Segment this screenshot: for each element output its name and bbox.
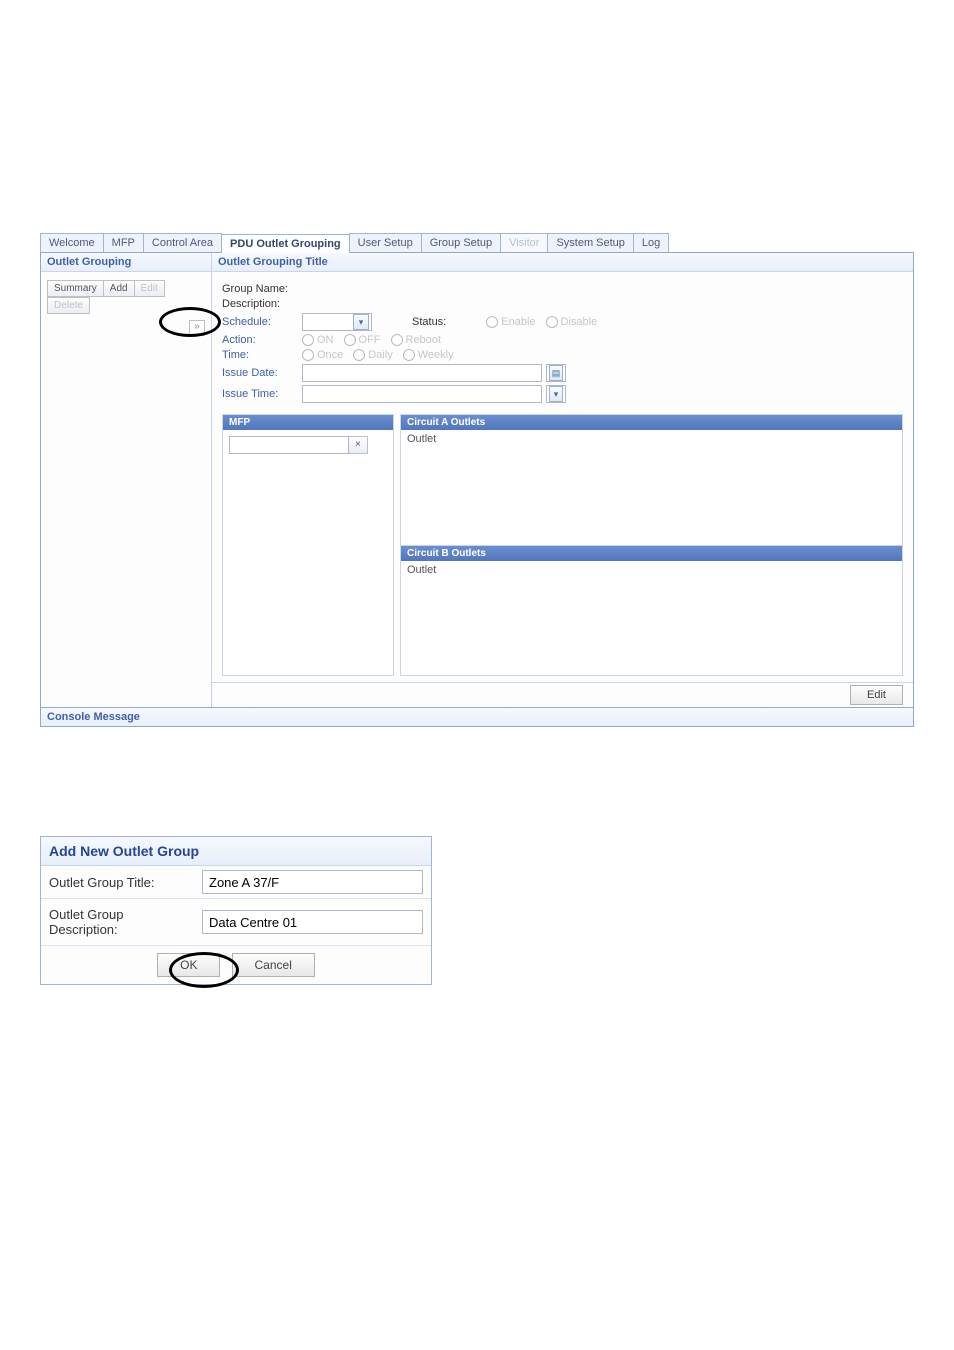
outlet-group-description-input[interactable] [202,910,423,934]
delete-button[interactable]: Delete [47,297,90,314]
time-daily-radio[interactable] [353,349,365,361]
group-name-label: Group Name: [222,283,302,295]
tab-visitor[interactable]: Visitor [500,233,548,252]
status-disable-radio[interactable] [546,316,558,328]
top-tabs: Welcome MFP Control Area PDU Outlet Grou… [40,230,914,253]
action-off-label: OFF [359,334,381,346]
tab-mfp[interactable]: MFP [103,233,144,252]
circuit-a-outlet-col: Outlet [401,430,902,448]
time-label: Time: [222,349,302,361]
tab-control-area[interactable]: Control Area [143,233,222,252]
circuit-b-header: Circuit B Outlets [401,546,902,561]
add-outlet-group-dialog: Add New Outlet Group Outlet Group Title:… [40,836,432,985]
mfp-panel: MFP × [222,414,394,676]
outlet-group-title-input[interactable] [202,870,423,894]
tab-pdu-outlet-grouping[interactable]: PDU Outlet Grouping [221,234,350,253]
circuit-b-outlet-col: Outlet [401,561,902,579]
outlet-group-title-label: Outlet Group Title: [41,867,202,898]
description-label: Description: [222,298,302,310]
outlet-grouping-sidebar: Outlet Grouping Summary Add Edit Delete … [41,253,212,707]
issue-date-picker[interactable]: ▤ [546,364,566,382]
chevron-down-icon: ▾ [353,314,369,330]
tab-group-setup[interactable]: Group Setup [421,233,501,252]
issue-date-label: Issue Date: [222,367,302,379]
action-reboot-radio[interactable] [391,334,403,346]
mfp-input[interactable] [229,436,349,454]
action-off-radio[interactable] [344,334,356,346]
issue-time-input[interactable] [302,385,542,403]
mfp-panel-header: MFP [223,415,393,430]
outlet-group-description-label: Outlet Group Description: [41,899,202,945]
mfp-clear-button[interactable]: × [349,436,368,454]
time-daily-label: Daily [368,349,392,361]
ok-button[interactable]: OK [157,953,220,977]
cancel-button[interactable]: Cancel [232,953,315,977]
edit-button[interactable]: Edit [850,685,903,705]
time-weekly-label: Weekly [418,349,454,361]
issue-time-label: Issue Time: [222,388,302,400]
action-label: Action: [222,334,302,346]
summary-button[interactable]: Summary [47,280,104,297]
form-title: Outlet Grouping Title [212,253,913,272]
tree-expand-icon[interactable]: » [189,320,205,336]
issue-date-input[interactable] [302,364,542,382]
time-once-radio[interactable] [302,349,314,361]
edit-button-sidebar[interactable]: Edit [134,280,165,297]
status-enable-radio[interactable] [486,316,498,328]
action-reboot-label: Reboot [406,334,441,346]
chevron-down-icon: ▾ [549,386,563,402]
time-weekly-radio[interactable] [403,349,415,361]
status-enable-label: Enable [501,316,535,328]
schedule-label: Schedule: [222,316,302,328]
dialog-title: Add New Outlet Group [41,837,431,866]
add-button[interactable]: Add [103,280,135,297]
tab-welcome[interactable]: Welcome [40,233,104,252]
action-on-radio[interactable] [302,334,314,346]
console-message-header: Console Message [40,708,914,727]
tab-user-setup[interactable]: User Setup [349,233,422,252]
time-once-label: Once [317,349,343,361]
sidebar-title: Outlet Grouping [41,253,211,272]
circuit-a-header: Circuit A Outlets [401,415,902,430]
tab-system-setup[interactable]: System Setup [547,233,633,252]
outlets-panel: Circuit A Outlets Outlet Circuit B Outle… [400,414,903,676]
issue-time-select[interactable]: ▾ [546,385,566,403]
status-disable-label: Disable [561,316,598,328]
status-label: Status: [412,316,446,328]
tab-log[interactable]: Log [633,233,669,252]
schedule-select[interactable]: ▾ [302,313,372,331]
calendar-icon: ▤ [549,365,563,381]
action-on-label: ON [317,334,334,346]
